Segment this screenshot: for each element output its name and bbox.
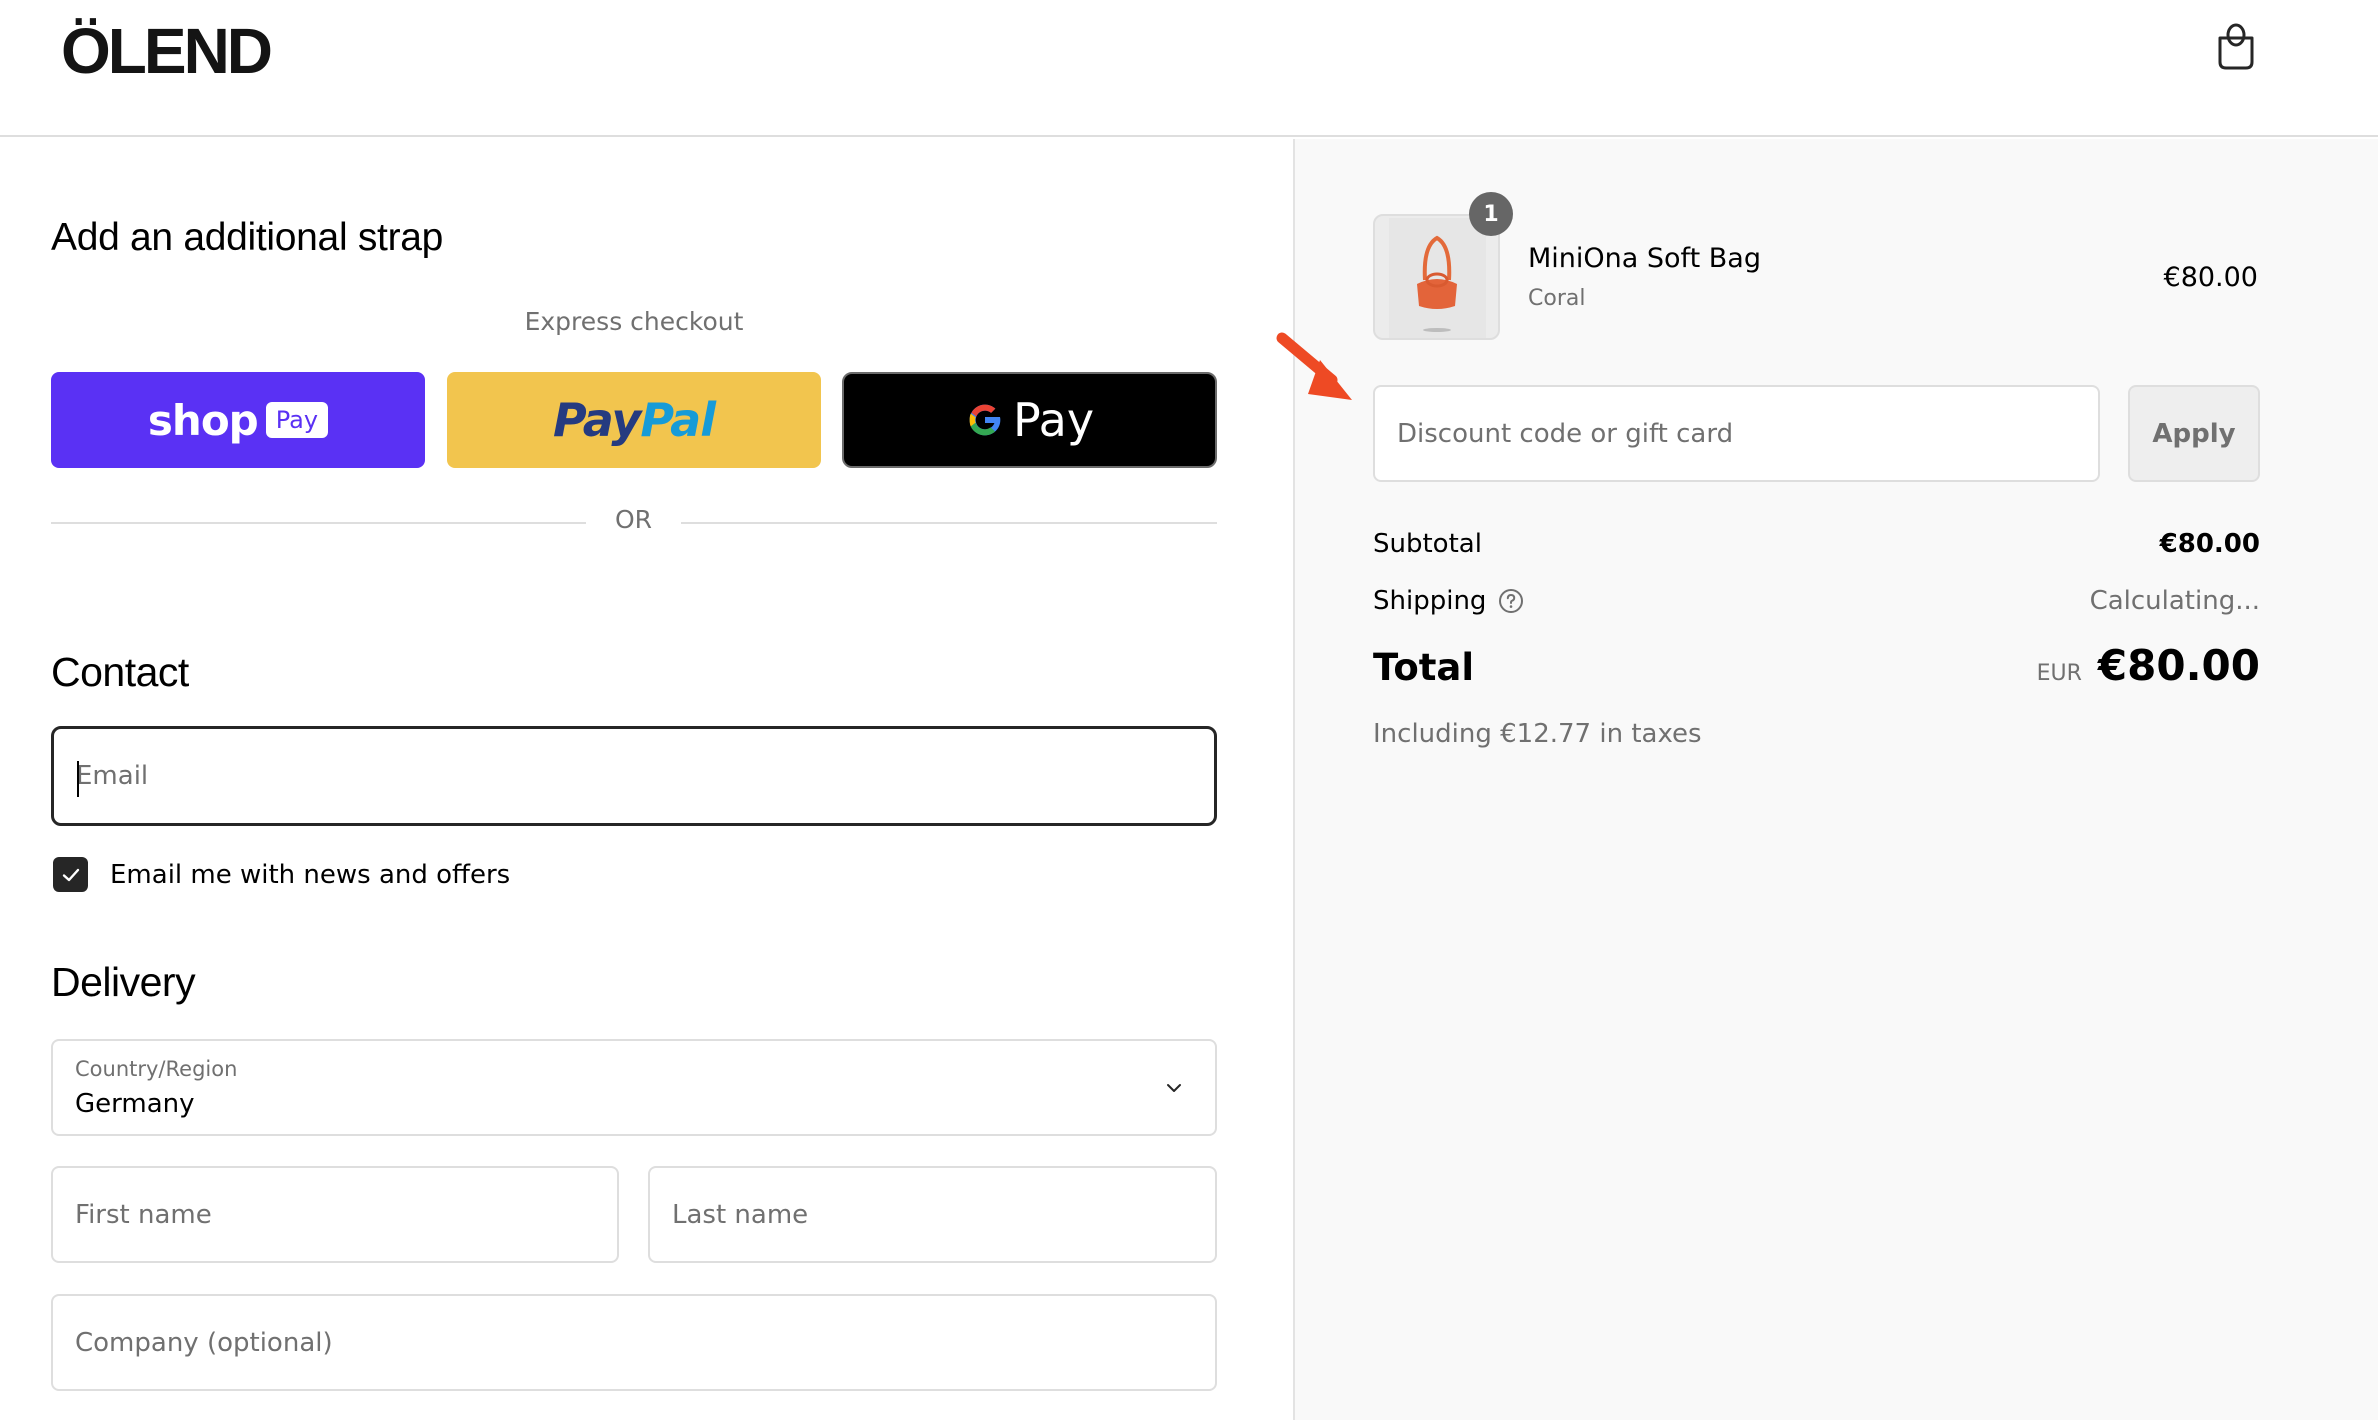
site-header: ÖLEND	[0, 0, 2378, 137]
total-amount: EUR €80.00	[2037, 641, 2260, 690]
divider-line-left	[51, 522, 586, 524]
or-label: OR	[614, 505, 653, 534]
shop-pay-logo-word: shop	[147, 395, 259, 445]
text-caret	[77, 761, 79, 797]
newsletter-checkbox-row[interactable]: Email me with news and offers	[53, 857, 510, 892]
shop-pay-button[interactable]: shop Pay	[51, 372, 425, 468]
shipping-label-wrap: Shipping	[1373, 586, 1524, 616]
shop-pay-logo-badge: Pay	[265, 402, 329, 438]
checkmark-icon	[62, 868, 79, 881]
newsletter-label: Email me with news and offers	[110, 859, 511, 890]
shipping-value: Calculating...	[2089, 586, 2260, 616]
paypal-logo-part2: Pal	[640, 393, 716, 447]
country-select[interactable]: Country/Region Germany	[51, 1039, 1217, 1136]
order-summary-panel: 1 MiniOna Soft Bag Coral €80.00 Apply Su…	[1293, 139, 2378, 1420]
google-pay-word: Pay	[1012, 393, 1095, 447]
total-currency: EUR	[2036, 661, 2082, 686]
question-circle-icon[interactable]	[1498, 588, 1524, 614]
total-value: €80.00	[2097, 641, 2260, 690]
country-select-label: Country/Region	[75, 1057, 238, 1081]
product-price: €80.00	[2163, 262, 2258, 293]
email-input[interactable]	[54, 729, 1214, 823]
discount-field	[1373, 385, 2100, 482]
first-name-input[interactable]	[53, 1168, 617, 1261]
apply-discount-button[interactable]: Apply	[2128, 385, 2260, 482]
product-variant: Coral	[1528, 286, 1586, 311]
upsell-heading: Add an additional strap	[51, 216, 444, 259]
email-field-wrapper	[51, 726, 1217, 826]
first-name-field	[51, 1166, 619, 1263]
shipping-label: Shipping	[1373, 586, 1487, 616]
shipping-row: Shipping Calculating...	[1373, 586, 2260, 616]
paypal-logo-part1: Pay	[553, 393, 641, 447]
brand-logo[interactable]: ÖLEND	[61, 14, 273, 88]
handbag-image-icon	[1417, 235, 1457, 332]
delivery-heading: Delivery	[51, 959, 196, 1005]
tax-note: Including €12.77 in taxes	[1373, 719, 1702, 749]
last-name-field	[648, 1166, 1217, 1263]
quantity-badge: 1	[1469, 192, 1513, 236]
express-checkout-label: Express checkout	[524, 307, 744, 336]
company-field	[51, 1294, 1217, 1391]
contact-heading: Contact	[51, 649, 189, 695]
last-name-input[interactable]	[650, 1168, 1215, 1261]
divider-line-right	[681, 522, 1217, 524]
country-select-value: Germany	[75, 1089, 195, 1119]
checkout-form-panel: Add an additional strap Express checkout…	[0, 139, 1293, 1420]
company-input[interactable]	[53, 1296, 1215, 1389]
discount-code-input[interactable]	[1375, 387, 2098, 480]
google-g-icon	[969, 404, 1002, 436]
total-label: Total	[1373, 646, 1475, 689]
paypal-button[interactable]: Pay Pal	[447, 372, 821, 468]
subtotal-value: €80.00	[2159, 529, 2260, 559]
total-row: Total EUR €80.00	[1373, 641, 2260, 690]
subtotal-label: Subtotal	[1373, 529, 1482, 559]
or-divider: OR	[51, 505, 1217, 541]
newsletter-checkbox[interactable]	[53, 857, 88, 892]
subtotal-row: Subtotal €80.00	[1373, 529, 2260, 559]
product-name: MiniOna Soft Bag	[1528, 243, 1761, 274]
google-pay-button[interactable]: Pay	[842, 372, 1217, 468]
chevron-down-icon	[1167, 1084, 1181, 1092]
cart-button[interactable]	[2214, 22, 2258, 72]
shopping-bag-icon	[2218, 23, 2254, 70]
product-image	[1389, 218, 1486, 338]
